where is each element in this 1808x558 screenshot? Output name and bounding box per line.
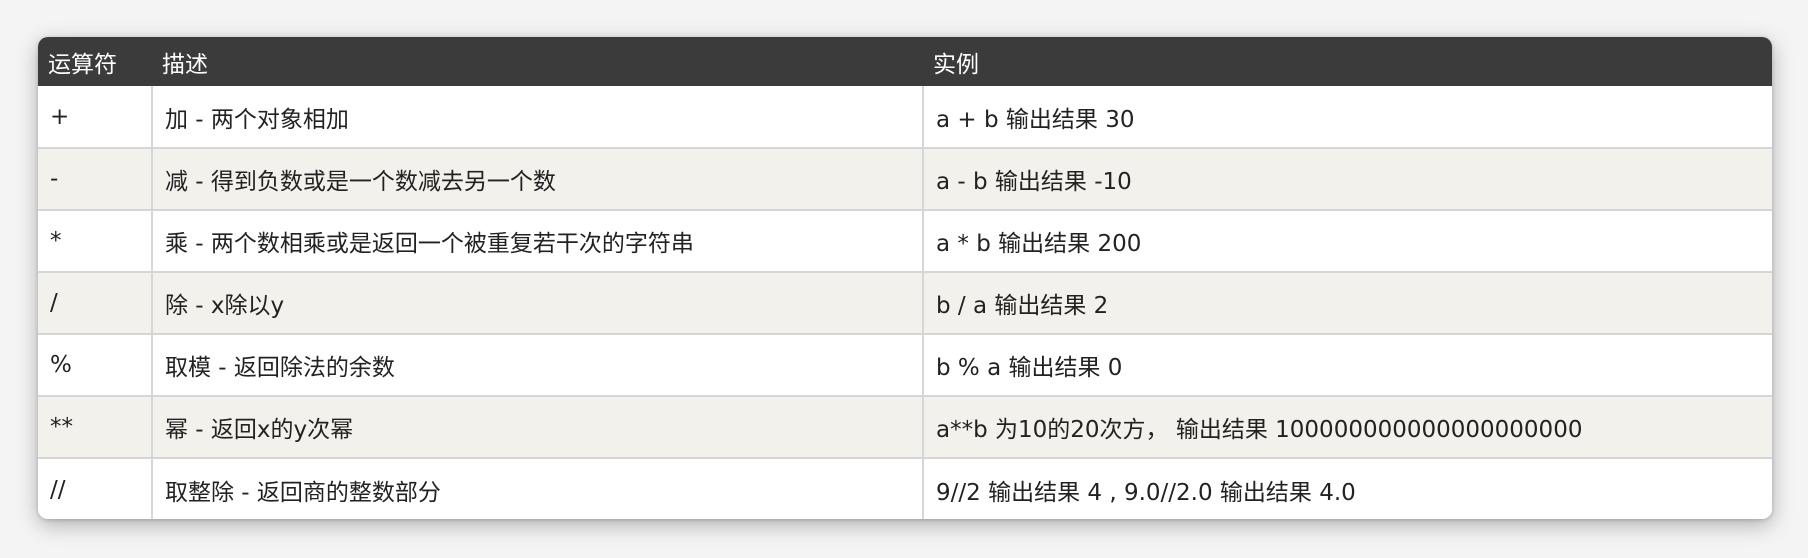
- operator-cell: +: [38, 86, 153, 149]
- example-cell: a + b 输出结果 30: [923, 86, 1772, 149]
- table-row: // 取整除 - 返回商的整数部分 9//2 输出结果 4 , 9.0//2.0…: [38, 458, 1772, 519]
- table-body: + 加 - 两个对象相加 a + b 输出结果 30 - 减 - 得到负数或是一…: [38, 86, 1772, 519]
- example-cell: a - b 输出结果 -10: [923, 148, 1772, 211]
- description-cell: 加 - 两个对象相加: [152, 86, 924, 149]
- description-cell: 减 - 得到负数或是一个数减去另一个数: [152, 148, 924, 211]
- description-cell: 乘 - 两个数相乘或是返回一个被重复若干次的字符串: [152, 210, 924, 273]
- operator-cell: //: [38, 458, 153, 519]
- operator-cell: -: [38, 148, 153, 211]
- header-operator: 运算符: [48, 51, 117, 78]
- description-cell: 取整除 - 返回商的整数部分: [152, 458, 924, 519]
- header-row: 运算符 描述 实例: [38, 37, 1772, 86]
- operator-cell: %: [38, 334, 153, 397]
- example-cell: b % a 输出结果 0: [923, 334, 1772, 397]
- table-header: 运算符 描述 实例: [38, 37, 1772, 86]
- description-cell: 幂 - 返回x的y次幂: [152, 396, 924, 459]
- table-row: * 乘 - 两个数相乘或是返回一个被重复若干次的字符串 a * b 输出结果 2…: [38, 210, 1772, 273]
- arithmetic-operators-table: 运算符 描述 实例 + 加 - 两个对象相加 a + b 输出结果 30 - 减…: [38, 37, 1772, 519]
- table-row: % 取模 - 返回除法的余数 b % a 输出结果 0: [38, 334, 1772, 397]
- operator-cell: /: [38, 272, 153, 335]
- example-cell: a**b 为10的20次方， 输出结果 10000000000000000000…: [923, 396, 1772, 459]
- example-cell: a * b 输出结果 200: [923, 210, 1772, 273]
- operator-cell: *: [38, 210, 153, 273]
- table-row: + 加 - 两个对象相加 a + b 输出结果 30: [38, 86, 1772, 149]
- table-row: / 除 - x除以y b / a 输出结果 2: [38, 272, 1772, 335]
- header-example: 实例: [933, 51, 979, 78]
- operators-table-card: 运算符 描述 实例 + 加 - 两个对象相加 a + b 输出结果 30 - 减…: [38, 37, 1772, 519]
- description-cell: 除 - x除以y: [152, 272, 924, 335]
- table-row: - 减 - 得到负数或是一个数减去另一个数 a - b 输出结果 -10: [38, 148, 1772, 211]
- example-cell: b / a 输出结果 2: [923, 272, 1772, 335]
- table-row: ** 幂 - 返回x的y次幂 a**b 为10的20次方， 输出结果 10000…: [38, 396, 1772, 459]
- description-cell: 取模 - 返回除法的余数: [152, 334, 924, 397]
- example-cell: 9//2 输出结果 4 , 9.0//2.0 输出结果 4.0: [936, 479, 1356, 506]
- header-description: 描述: [162, 51, 208, 78]
- operator-cell: **: [38, 396, 153, 459]
